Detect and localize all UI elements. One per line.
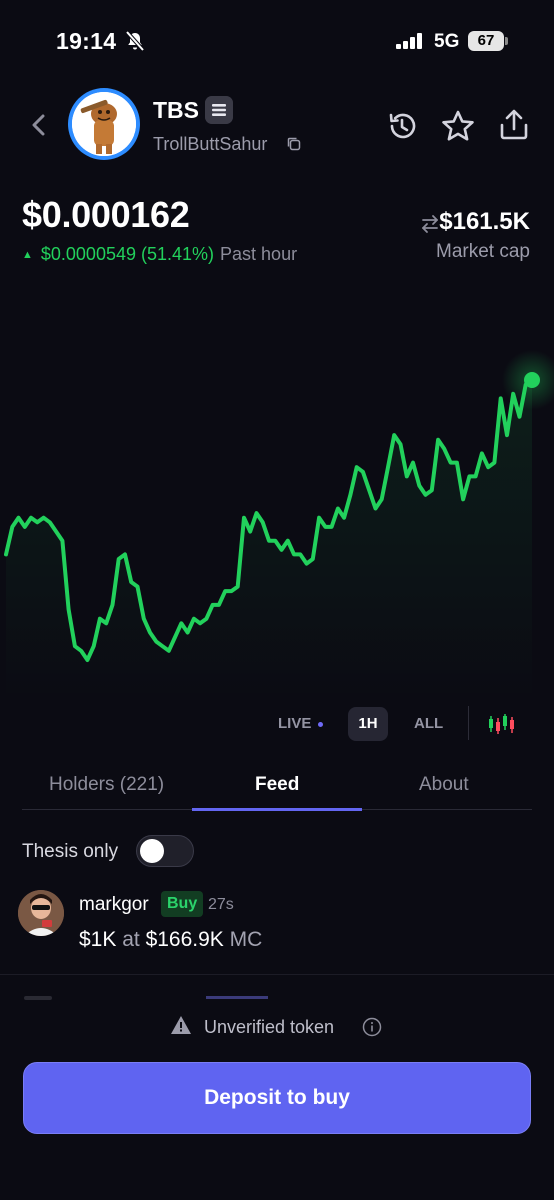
buy-badge: Buy	[161, 891, 204, 917]
solana-chain-icon	[205, 96, 233, 124]
network-label: 5G	[434, 31, 460, 52]
candlestick-chart-icon[interactable]	[488, 712, 514, 736]
next-feed-badge-peek	[206, 996, 268, 999]
feed-item[interactable]: markgor Buy 27s $1K at $166.9K MC	[0, 884, 554, 974]
user-avatar-image	[18, 890, 64, 936]
toggle-knob	[140, 839, 164, 863]
back-icon[interactable]	[28, 112, 50, 138]
tab-holders[interactable]: Holders (221)	[49, 774, 164, 796]
price-chart[interactable]	[0, 260, 554, 700]
token-name: TrollButtSahur	[153, 134, 268, 154]
user-avatar[interactable]	[18, 890, 64, 936]
market-cap-value: $161.5K	[439, 208, 530, 235]
feed-trade-summary: $1K at $166.9K MC	[79, 928, 262, 952]
trade-mc-suffix: MC	[229, 928, 263, 951]
feed-username[interactable]: markgor	[79, 894, 149, 916]
swap-icon[interactable]	[420, 214, 440, 234]
token-symbol: TBS	[153, 97, 199, 123]
next-feed-item-peek	[24, 996, 52, 1000]
token-avatar[interactable]	[68, 88, 140, 160]
range-all[interactable]: ALL	[414, 715, 443, 732]
copy-icon[interactable]	[286, 136, 302, 152]
signal-icon	[396, 33, 422, 49]
token-logo-icon	[72, 92, 136, 156]
star-icon[interactable]	[441, 110, 475, 142]
current-price: $0.000162	[22, 194, 190, 235]
bell-muted-icon	[125, 30, 145, 52]
range-divider	[468, 706, 469, 740]
trade-amount: $1K	[79, 928, 117, 951]
chart-latest-point	[524, 372, 540, 388]
history-icon[interactable]	[386, 110, 418, 142]
battery-icon: 67	[468, 31, 504, 51]
tab-bar: Holders (221) Feed About	[22, 760, 532, 811]
range-selector: LIVE 1H ALL	[0, 704, 554, 744]
status-time: 19:14	[56, 28, 117, 54]
active-tab-indicator	[192, 808, 362, 811]
tab-feed[interactable]: Feed	[255, 774, 299, 796]
trade-at: at	[122, 928, 140, 951]
share-icon[interactable]	[498, 108, 530, 142]
feed-divider	[0, 974, 554, 975]
bottom-panel: Unverified token Deposit to buy	[0, 996, 554, 1200]
thesis-only-toggle[interactable]	[136, 835, 194, 867]
info-icon[interactable]	[362, 1017, 382, 1037]
trade-mc: $166.9K	[145, 928, 224, 951]
range-live[interactable]: LIVE	[278, 715, 311, 732]
range-1h[interactable]: 1H	[348, 707, 388, 741]
battery-tip	[505, 37, 508, 45]
unverified-token-label: Unverified token	[204, 1017, 335, 1037]
tab-about[interactable]: About	[419, 774, 469, 796]
deposit-to-buy-button[interactable]: Deposit to buy	[23, 1062, 531, 1134]
live-dot-icon	[318, 722, 323, 727]
warning-icon	[171, 1016, 191, 1034]
thesis-only-label: Thesis only	[22, 841, 119, 862]
feed-time: 27s	[208, 896, 234, 913]
status-bar: 19:14 5G 67	[0, 0, 554, 80]
token-header: TBS TrollButtSahur	[0, 88, 554, 168]
